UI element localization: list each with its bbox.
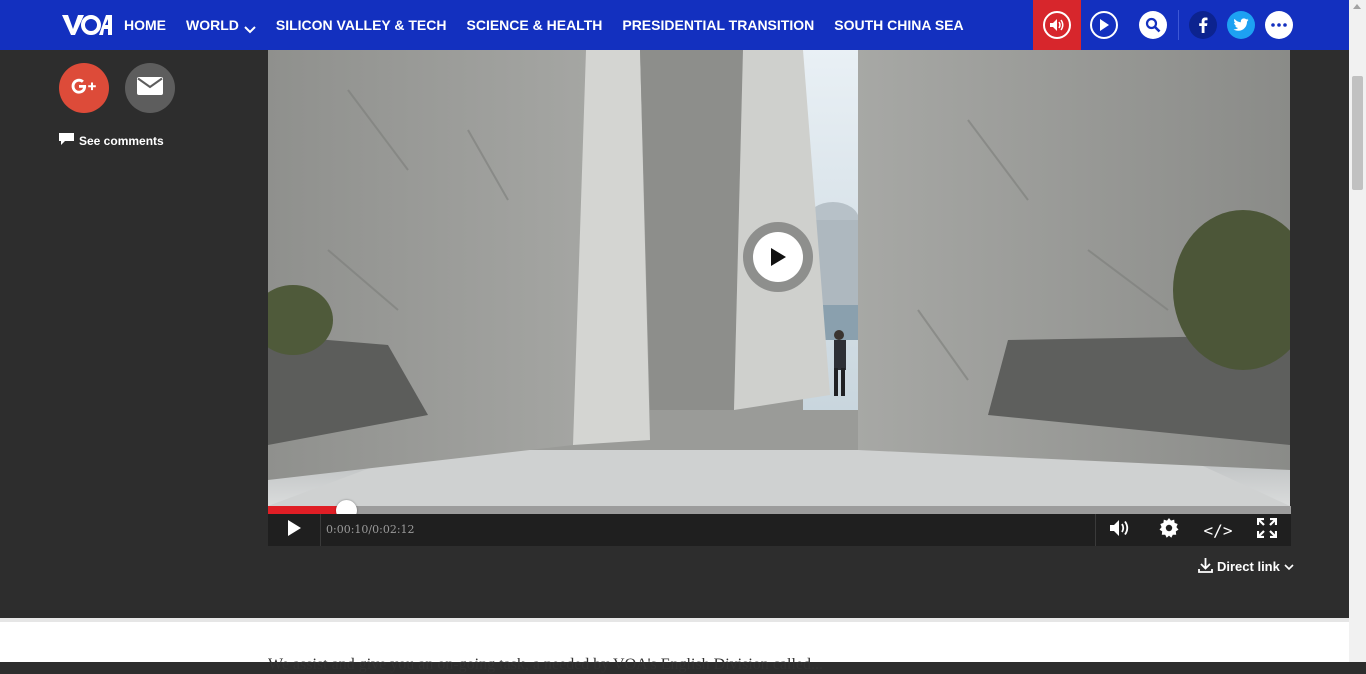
fullscreen-icon: [1256, 517, 1278, 543]
main-nav: HOME WORLD SILICON VALLEY & TECH SCIENCE…: [124, 0, 984, 50]
nav-item-presidential-transition[interactable]: PRESIDENTIAL TRANSITION: [622, 17, 814, 33]
google-plus-share-button[interactable]: [59, 63, 109, 113]
direct-link-button[interactable]: Direct link: [1198, 557, 1298, 576]
scroll-up-arrow-icon[interactable]: [1353, 4, 1361, 9]
nav-item-world[interactable]: WORLD: [186, 17, 256, 34]
nav-divider: [1178, 10, 1179, 40]
voa-logo[interactable]: [62, 13, 112, 37]
more-icon[interactable]: [1265, 11, 1293, 39]
nav-item-south-china-sea[interactable]: SOUTH CHINA SEA: [834, 17, 963, 33]
video-icon[interactable]: [1090, 11, 1118, 39]
direct-link-label: Direct link: [1217, 559, 1280, 574]
scrollbar-thumb[interactable]: [1352, 76, 1363, 190]
twitter-icon[interactable]: [1227, 11, 1255, 39]
nav-item-label: SILICON VALLEY & TECH: [275, 17, 447, 33]
nav-item-science-health[interactable]: SCIENCE & HEALTH: [467, 17, 603, 33]
search-icon[interactable]: [1139, 11, 1167, 39]
email-share-button[interactable]: [125, 63, 175, 113]
player-controls: 0:00:10/0:02:12 </>: [268, 514, 1291, 546]
nav-item-label: HOME: [124, 17, 166, 33]
chevron-down-icon: [244, 21, 256, 34]
facebook-icon[interactable]: [1189, 11, 1217, 39]
see-comments-link[interactable]: See comments: [59, 132, 164, 149]
time-display: 0:00:10/0:02:12: [326, 523, 415, 536]
article-first-line: We assist and give you an on-going task,…: [268, 656, 823, 673]
audio-button[interactable]: [1033, 0, 1081, 50]
top-nav-bar: HOME WORLD SILICON VALLEY & TECH SCIENCE…: [0, 0, 1349, 50]
comment-icon: [59, 132, 79, 149]
settings-button[interactable]: [1153, 514, 1185, 546]
controls-divider: [1095, 514, 1096, 546]
download-icon: [1198, 557, 1217, 576]
controls-divider: [320, 514, 321, 546]
nav-item-home[interactable]: HOME: [124, 17, 166, 33]
progress-fill: [268, 506, 346, 514]
google-plus-icon: [71, 77, 97, 100]
play-icon: [287, 519, 301, 541]
nav-item-label: WORLD: [186, 17, 239, 33]
chevron-down-icon: [1284, 559, 1298, 574]
fullscreen-button[interactable]: [1251, 514, 1283, 546]
embed-button[interactable]: </>: [1198, 514, 1238, 546]
nav-item-label: SOUTH CHINA SEA: [834, 17, 964, 33]
page-scrollbar[interactable]: [1349, 0, 1366, 662]
nav-item-silicon-valley-tech[interactable]: SILICON VALLEY & TECH: [276, 17, 447, 33]
article-body: We assist and give you an on-going task,…: [0, 618, 1349, 673]
nav-item-label: SCIENCE & HEALTH: [466, 17, 603, 33]
progress-bar[interactable]: [268, 506, 1291, 514]
settings-icon: [1159, 517, 1179, 543]
email-icon: [137, 76, 163, 100]
volume-icon: [1109, 519, 1131, 542]
see-comments-label: See comments: [79, 133, 164, 148]
nav-item-label: PRESIDENTIAL TRANSITION: [622, 17, 815, 33]
embed-icon: </>: [1203, 520, 1233, 540]
play-button[interactable]: [278, 514, 310, 546]
audio-icon: [1043, 11, 1071, 39]
big-play-button[interactable]: [743, 222, 813, 292]
play-icon: [753, 232, 803, 282]
volume-button[interactable]: [1104, 514, 1136, 546]
